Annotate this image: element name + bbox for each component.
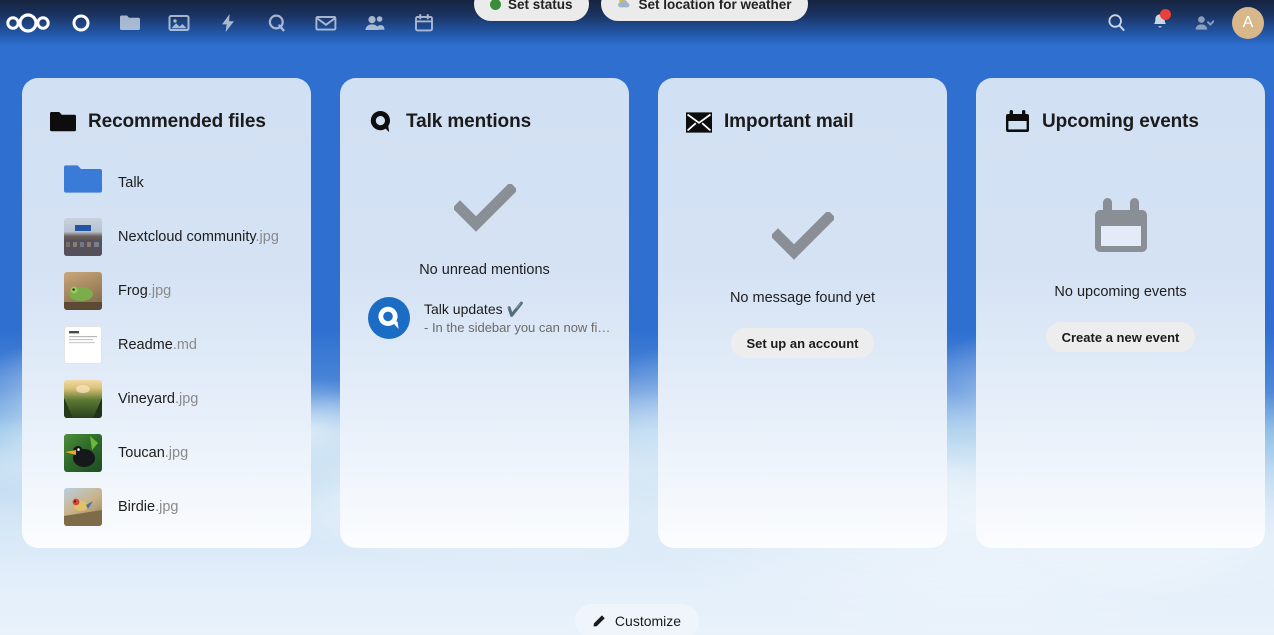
card-header: Recommended files <box>22 78 311 138</box>
file-name: Vineyard.jpg <box>118 391 199 407</box>
status-buttons: Set status Set location for weather <box>474 0 808 21</box>
nav-icon-dashboard[interactable] <box>56 0 105 45</box>
card-title: Talk mentions <box>406 111 532 132</box>
mail-empty-state: No message found yet Set up an account <box>658 210 947 358</box>
nav-icon-activity[interactable] <box>203 0 252 45</box>
talk-item-subtitle: - In the sidebar you can now fi… <box>424 320 611 335</box>
mail-empty-text: No message found yet <box>729 290 876 306</box>
file-thumbnail-vineyard <box>64 380 102 418</box>
file-thumbnail-community <box>64 218 102 256</box>
nav-icon-calendar[interactable] <box>399 0 448 45</box>
file-name: Nextcloud community.jpg <box>118 229 279 245</box>
card-talk-mentions: Talk mentions No unread mentions Talk up… <box>340 78 629 548</box>
card-title: Recommended files <box>88 111 266 132</box>
nav-icon-contacts[interactable] <box>350 0 399 45</box>
list-item[interactable]: Frog.jpg <box>22 264 311 318</box>
list-item[interactable]: Readme.md <box>22 318 311 372</box>
file-name: Talk <box>118 175 144 191</box>
app-navigation <box>56 0 448 45</box>
bell-icon[interactable] <box>1138 0 1182 45</box>
card-important-mail: Important mail No message found yet Set … <box>658 78 947 548</box>
contacts-menu-icon[interactable] <box>1182 0 1226 45</box>
set-up-account-button[interactable]: Set up an account <box>730 328 875 358</box>
events-empty-text: No upcoming events <box>1054 284 1187 300</box>
list-item[interactable]: Vineyard.jpg <box>22 372 311 426</box>
card-title: Important mail <box>724 111 854 132</box>
checkmark-icon <box>769 210 836 265</box>
dashboard: Recommended files Talk Nextcloud communi… <box>0 45 1274 635</box>
card-header: Important mail <box>658 78 947 138</box>
nextcloud-logo[interactable] <box>0 0 56 45</box>
create-new-event-button[interactable]: Create a new event <box>1045 322 1196 352</box>
nav-icon-files[interactable] <box>105 0 154 45</box>
list-item[interactable]: Nextcloud community.jpg <box>22 210 311 264</box>
customize-button[interactable]: Customize <box>574 604 700 635</box>
card-title: Upcoming events <box>1042 111 1199 132</box>
talk-icon <box>368 109 394 135</box>
list-item[interactable]: Birdie.jpg <box>22 480 311 534</box>
nav-icon-photos[interactable] <box>154 0 203 45</box>
pencil-icon <box>593 613 607 630</box>
avatar[interactable]: A <box>1232 6 1264 39</box>
card-header: Talk mentions <box>340 78 629 138</box>
app-header: Set status Set location for weather A <box>0 0 1274 45</box>
weather-icon <box>617 0 632 12</box>
talk-empty-state: No unread mentions <box>340 182 629 278</box>
dashboard-cards: Recommended files Talk Nextcloud communi… <box>22 78 1265 548</box>
online-status-dot <box>490 0 501 10</box>
set-status-label: Set status <box>508 0 573 12</box>
talk-item-title: Talk updates ✔️ <box>424 301 524 317</box>
nav-icon-search[interactable] <box>252 0 301 45</box>
file-name: Toucan.jpg <box>118 445 189 461</box>
file-thumbnail-birdie <box>64 488 102 526</box>
file-thumbnail-readme <box>64 326 102 364</box>
talk-empty-text: No unread mentions <box>419 262 550 278</box>
recommended-files-list: Talk Nextcloud community.jpg Frog.jpg Re… <box>22 138 311 534</box>
set-weather-location-button[interactable]: Set location for weather <box>600 0 808 21</box>
file-name: Frog.jpg <box>118 283 172 299</box>
file-name: Birdie.jpg <box>118 499 179 515</box>
calendar-empty-icon <box>1090 198 1152 263</box>
file-name: Readme.md <box>118 337 197 353</box>
set-status-button[interactable]: Set status <box>474 0 589 21</box>
checkmark-icon <box>451 182 518 237</box>
envelope-icon <box>686 109 712 135</box>
card-upcoming-events: Upcoming events No upcoming events Creat… <box>976 78 1265 548</box>
talk-item-text: Talk updates ✔️ - In the sidebar you can… <box>424 301 610 335</box>
notification-badge <box>1160 9 1171 20</box>
events-empty-state: No upcoming events Create a new event <box>976 198 1265 352</box>
list-item[interactable]: Toucan.jpg <box>22 426 311 480</box>
file-thumbnail-frog <box>64 272 102 310</box>
folder-icon <box>50 109 76 135</box>
talk-mention-item[interactable]: Talk updates ✔️ - In the sidebar you can… <box>340 297 629 339</box>
set-weather-location-label: Set location for weather <box>638 0 792 12</box>
nav-icon-mail[interactable] <box>301 0 350 45</box>
file-thumbnail-folder <box>64 164 102 202</box>
file-thumbnail-toucan <box>64 434 102 472</box>
card-recommended-files: Recommended files Talk Nextcloud communi… <box>22 78 311 548</box>
card-header: Upcoming events <box>976 78 1265 138</box>
calendar-icon <box>1004 109 1030 135</box>
talk-avatar-icon <box>368 297 410 339</box>
list-item[interactable]: Talk <box>22 156 311 210</box>
customize-label: Customize <box>614 613 682 629</box>
header-right-actions: A <box>1094 0 1274 45</box>
search-icon[interactable] <box>1094 0 1138 45</box>
